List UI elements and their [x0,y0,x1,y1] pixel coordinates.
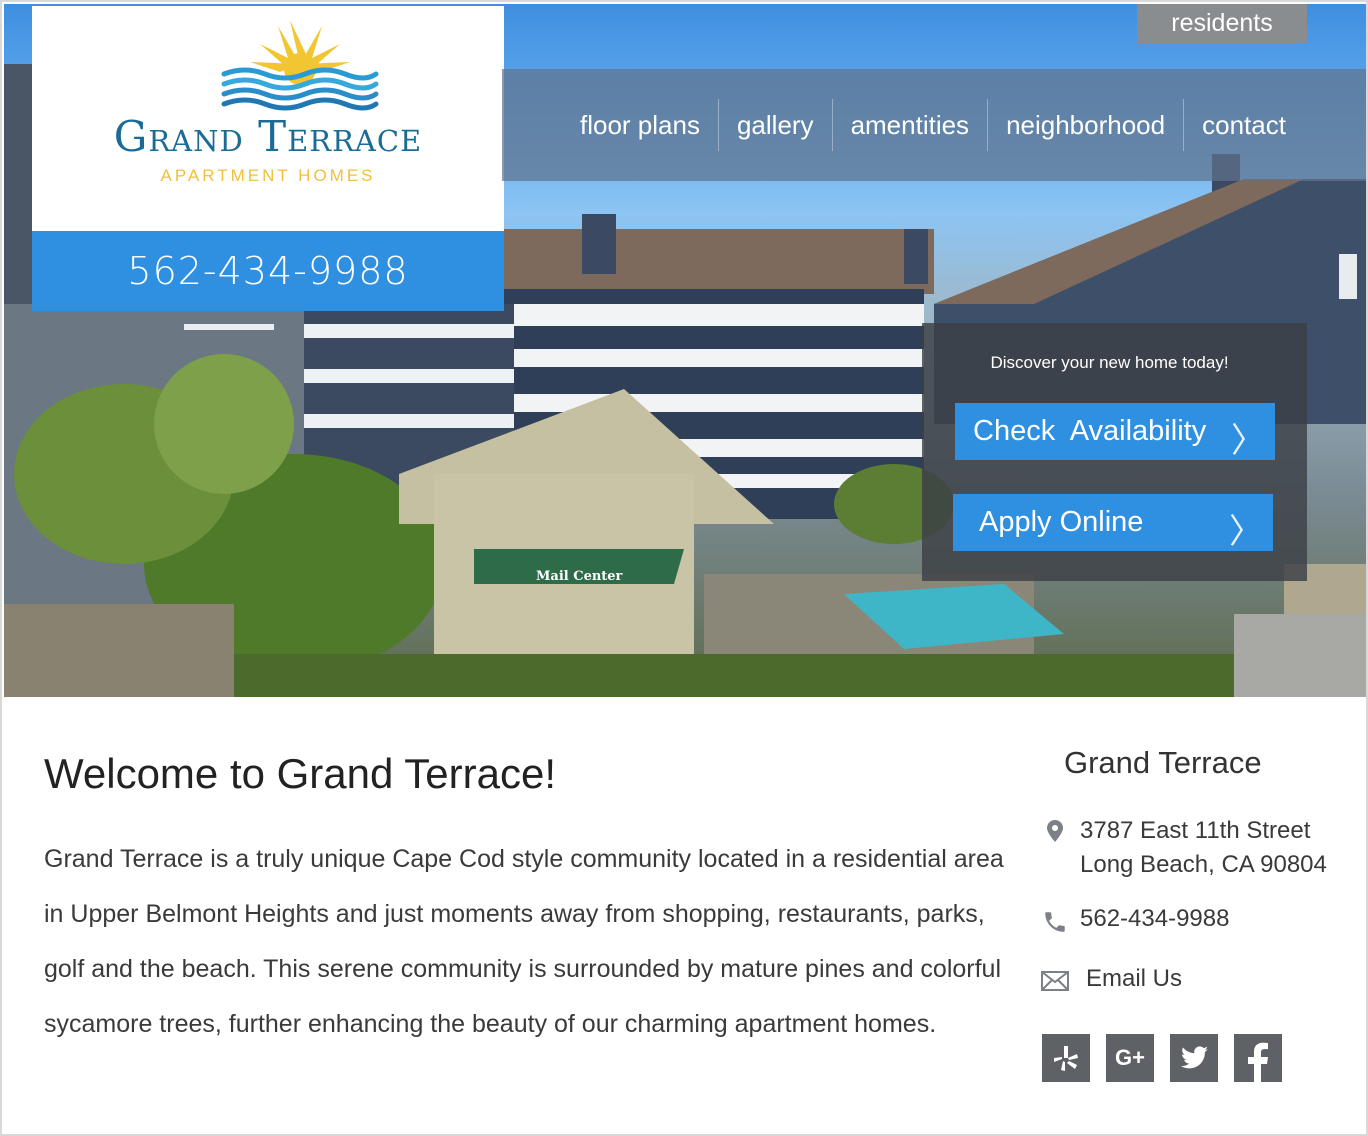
social-links: G+ [1042,1034,1282,1082]
google-plus-icon[interactable]: G+ [1106,1034,1154,1082]
phone-icon [1040,909,1070,935]
sun-waves-logo-icon [221,20,379,111]
page-frame: Mail Center Grand Terrace APARTMENT HOME… [0,0,1368,1136]
nav-neighborhood[interactable]: neighborhood [988,100,1183,150]
nav-amenities[interactable]: amentities [833,100,988,150]
page-title: Welcome to Grand Terrace! [44,750,556,797]
mail-center-sign: Mail Center [536,569,623,584]
header-phone-link[interactable]: 562-434-9988 [32,231,504,311]
nav-gallery[interactable]: gallery [719,100,832,150]
address-line-1: 3787 East 11th Street [1080,817,1311,844]
nav-contact[interactable]: contact [1184,100,1304,150]
residents-link[interactable]: residents [1137,4,1307,43]
cta-panel: Discover your new home today! Check Avai… [922,323,1307,581]
check-availability-button[interactable]: Check Availability 〉 [955,403,1275,460]
phone-contact[interactable]: 562-434-9988 [1040,905,1229,935]
address-block: 3787 East 11th Street Long Beach, CA 908… [1040,814,1327,882]
intro-paragraph: Grand Terrace is a truly unique Cape Cod… [44,845,1004,1038]
sidebar-title: Grand Terrace [1064,745,1262,780]
facebook-icon[interactable] [1234,1034,1282,1082]
logo-subtitle: APARTMENT HOMES [160,166,376,185]
cta-tagline: Discover your new home today! [990,353,1229,372]
logo[interactable]: Grand Terrace APARTMENT HOMES [32,6,504,231]
email-contact[interactable]: Email Us [1040,965,1182,993]
sidebar-phone[interactable]: 562-434-9988 [1080,905,1229,933]
envelope-icon [1040,971,1070,991]
map-pin-icon [1040,820,1070,842]
yelp-icon[interactable] [1042,1034,1090,1082]
nav-floor-plans[interactable]: floor plans [562,100,718,150]
chevron-right-icon: 〉 [1231,422,1265,460]
chevron-right-icon: 〉 [1229,513,1263,551]
apply-online-label: Apply Online [979,506,1144,538]
main-nav: floor plans gallery amentities neighborh… [502,69,1366,181]
email-us-link[interactable]: Email Us [1086,965,1182,993]
logo-title: Grand Terrace [113,112,423,161]
apply-online-button[interactable]: Apply Online 〉 [953,494,1273,551]
google-plus-label: G+ [1115,1045,1145,1070]
check-availability-label: Check Availability [973,415,1207,447]
address-line-2: Long Beach, CA 90804 [1080,851,1327,878]
twitter-icon[interactable] [1170,1034,1218,1082]
